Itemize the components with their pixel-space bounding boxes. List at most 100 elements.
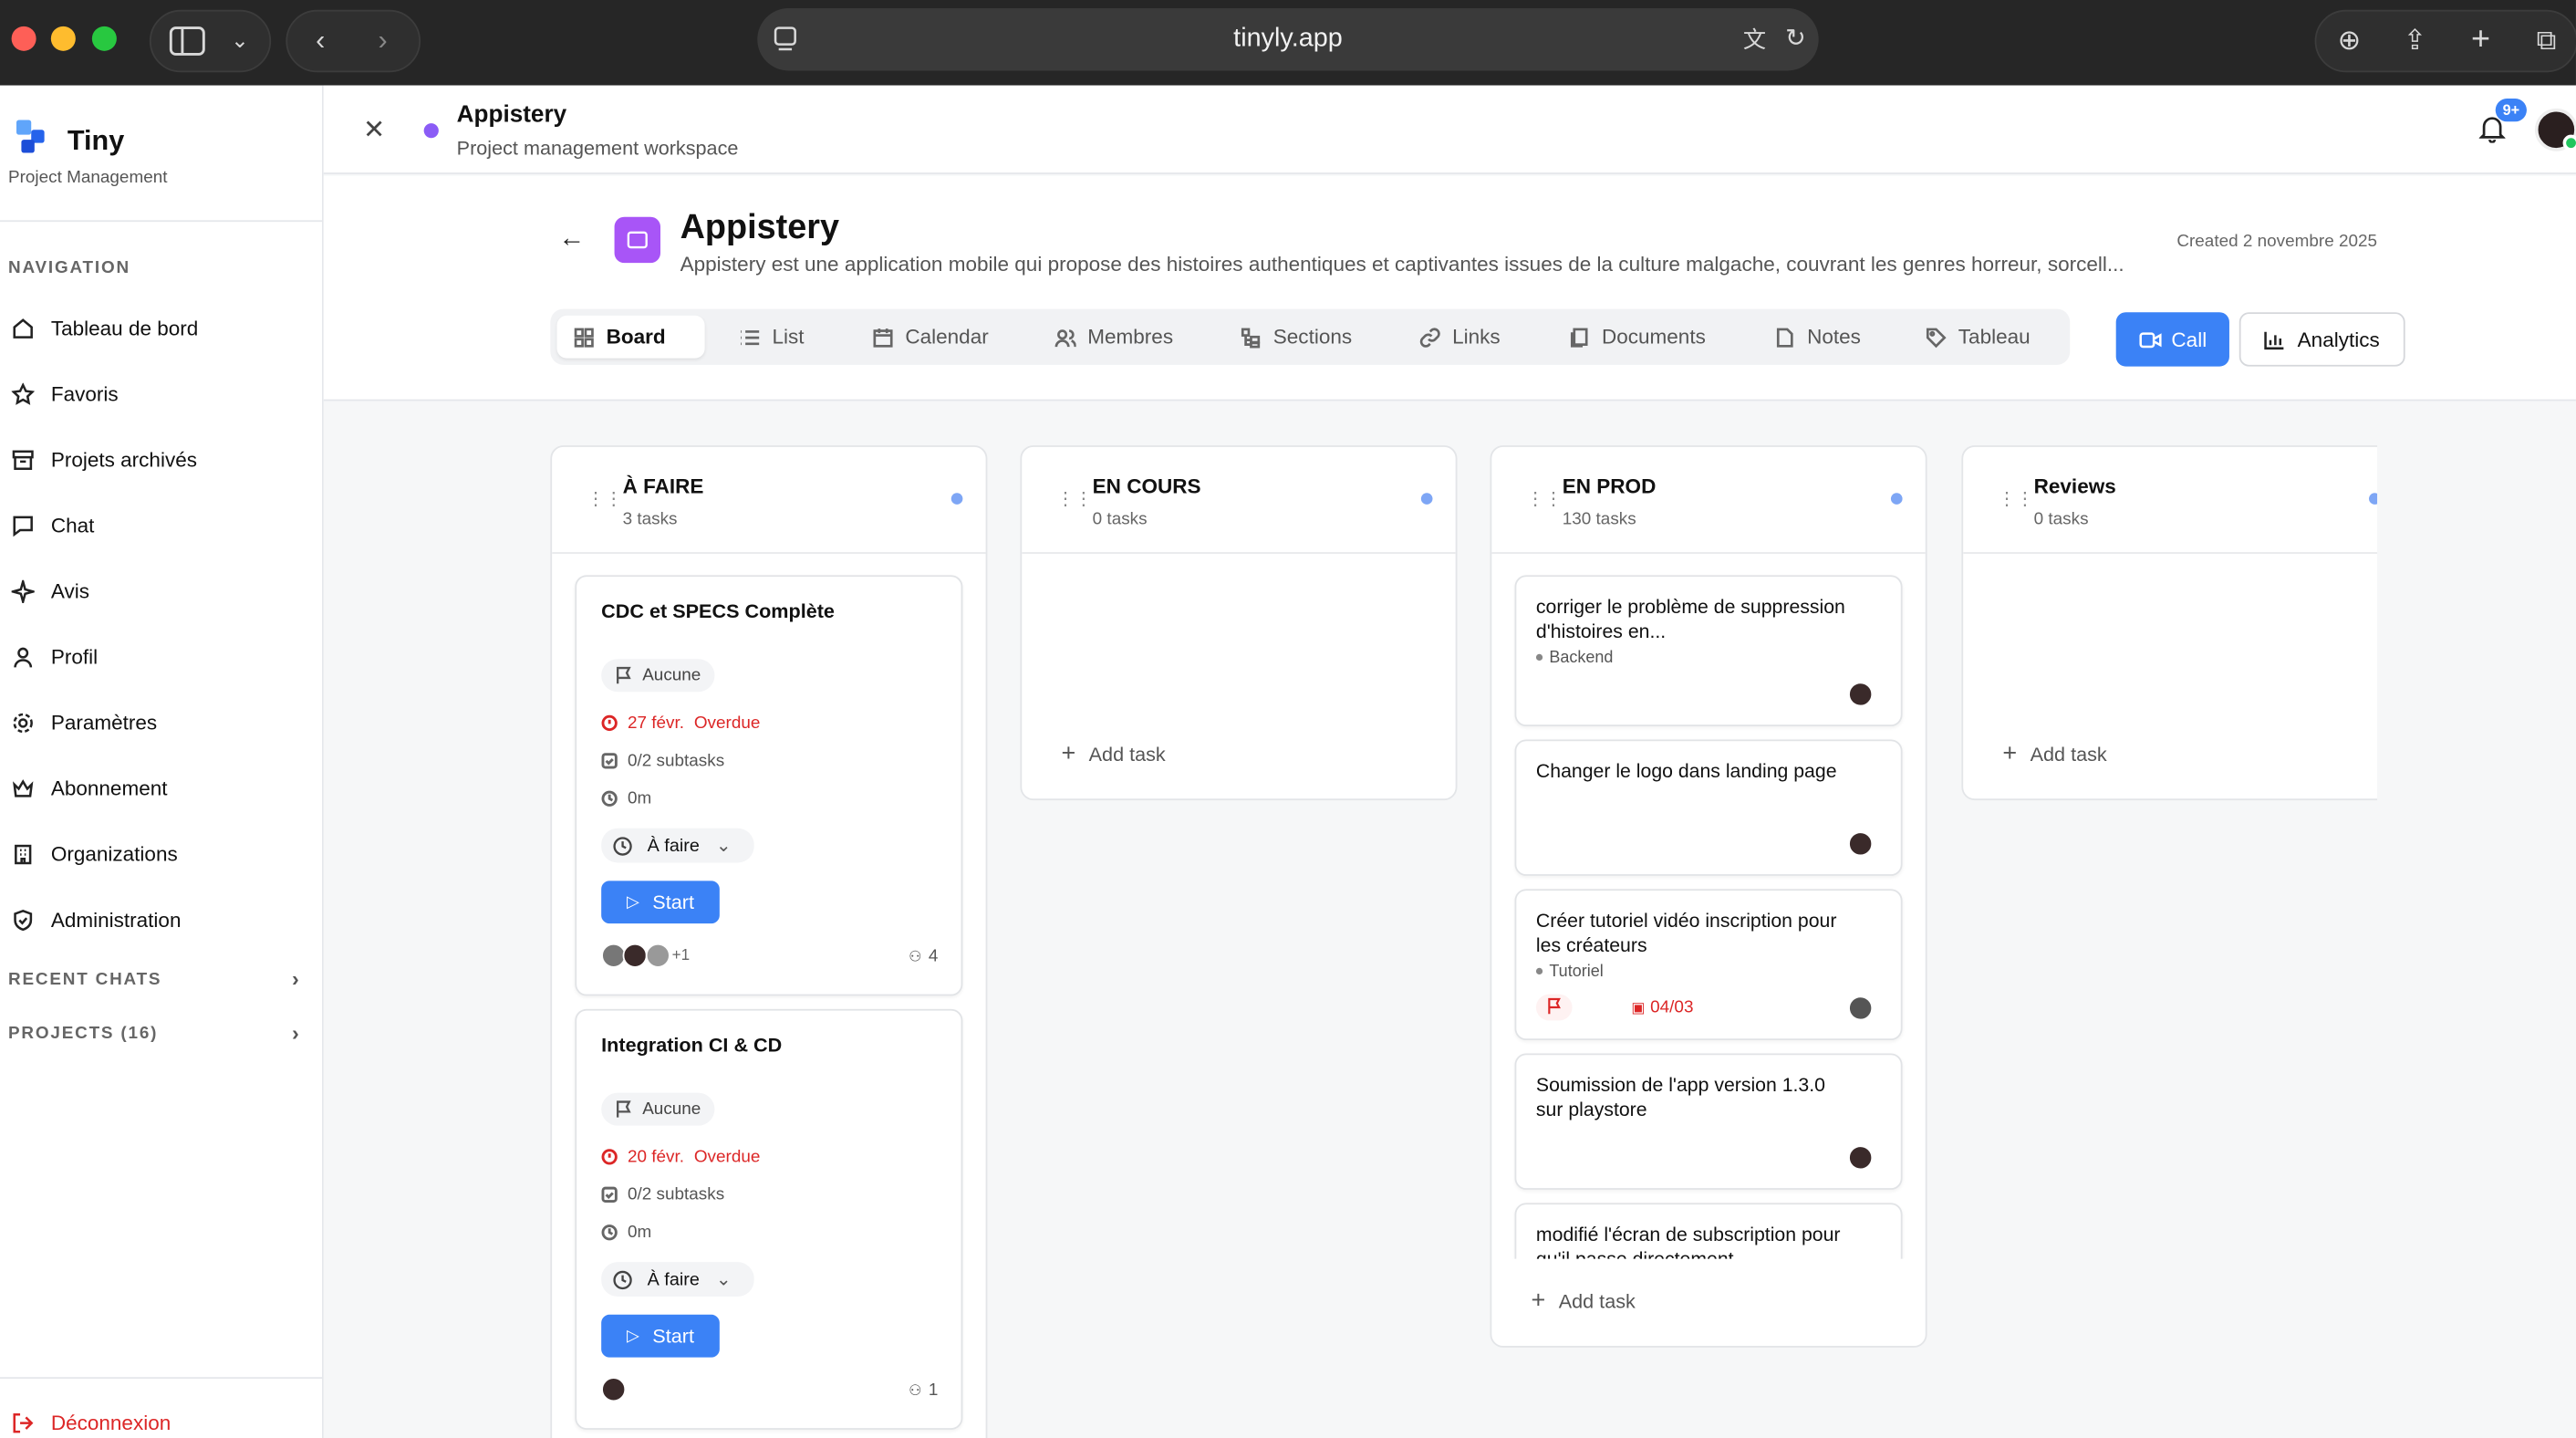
- forward-icon[interactable]: ›: [367, 25, 400, 57]
- subtasks-label: 0/2 subtasks: [627, 1184, 725, 1205]
- sidebar-item-profile[interactable]: Profil: [12, 641, 311, 673]
- alert-circle-icon: [601, 1149, 618, 1165]
- board-column-reviews: ⋮⋮ Reviews 0 tasks + Add task: [1961, 445, 2378, 801]
- sidebar-item-organizations[interactable]: Organizations: [12, 839, 311, 871]
- column-count: 0 tasks: [2033, 509, 2089, 529]
- priority-badge[interactable]: Aucune: [601, 659, 714, 693]
- logout-label: Déconnexion: [50, 1412, 171, 1435]
- online-status-icon: [2562, 134, 2576, 151]
- address-bar[interactable]: tinyly.app 文 ↻: [757, 8, 1819, 71]
- plus-icon: +: [1061, 739, 1076, 768]
- sidebar-item-dashboard[interactable]: Tableau de bord: [12, 312, 311, 345]
- add-task-button[interactable]: + Add task: [1061, 739, 1165, 767]
- task-card[interactable]: Créer tutoriel vidéo inscription pour le…: [1514, 889, 1903, 1041]
- assignee-count-value: 1: [928, 1380, 939, 1401]
- gear-icon: [13, 713, 33, 734]
- close-window-button[interactable]: [11, 26, 36, 51]
- sidebar-item-administration[interactable]: Administration: [12, 904, 311, 937]
- tabs-overview-icon[interactable]: ⧉: [2530, 25, 2563, 57]
- sidebar-icon: [169, 26, 205, 56]
- new-tab-icon[interactable]: +: [2465, 23, 2498, 56]
- task-card[interactable]: Integration CI & CD Aucune 20 févr. Overd…: [575, 1008, 963, 1430]
- assignee-avatar[interactable]: [645, 943, 670, 968]
- extra-assignees: +1: [671, 946, 691, 965]
- start-button[interactable]: ▷ Start: [601, 1314, 720, 1358]
- assignee-avatar[interactable]: [1848, 682, 1874, 707]
- column-header: ⋮⋮ EN COURS 0 tasks: [1022, 447, 1456, 554]
- sidebar-item-favorites[interactable]: Favoris: [11, 378, 311, 411]
- sidebar-item-label: Chat: [50, 514, 95, 537]
- person-icon: ⚇: [909, 948, 922, 965]
- sparkle-icon: [11, 579, 35, 603]
- archive-icon: [12, 450, 34, 470]
- sidebar-item-settings[interactable]: Paramètres: [12, 706, 311, 739]
- flag-icon: [617, 666, 631, 684]
- tag-label: Backend: [1549, 649, 1614, 668]
- priority-flag[interactable]: [1535, 994, 1573, 1021]
- assignee-avatar[interactable]: [601, 1377, 627, 1402]
- play-icon: ▷: [627, 1327, 639, 1346]
- sidebar-toggle-button[interactable]: ⌄: [149, 9, 272, 73]
- translate-icon[interactable]: 文: [1738, 23, 1771, 56]
- sidebar-item-label: Organizations: [50, 842, 178, 867]
- due-date: 20 févr. Overdue: [601, 1147, 760, 1167]
- sidebar-item-label: Favoris: [50, 382, 119, 406]
- share-icon[interactable]: ⇪: [2398, 25, 2431, 57]
- chat-icon: [13, 516, 33, 537]
- assignee-count: ⚇ 4: [909, 946, 938, 966]
- drag-handle-icon[interactable]: ⋮⋮: [1056, 490, 1093, 510]
- start-button[interactable]: ▷ Start: [601, 881, 720, 924]
- task-tag: Tutoriel: [1535, 963, 1604, 981]
- status-select[interactable]: À faire ⌄: [601, 828, 754, 863]
- add-task-button[interactable]: + Add task: [1532, 1287, 1636, 1315]
- sidebar-item-subscription[interactable]: Abonnement: [12, 772, 311, 805]
- sidebar-item-label: Tableau de bord: [50, 317, 199, 340]
- sidebar-item-reviews[interactable]: Avis: [11, 575, 311, 608]
- priority-badge[interactable]: Aucune: [601, 1092, 714, 1126]
- column-header: ⋮⋮ EN PROD 130 tasks: [1491, 447, 1926, 554]
- column-status-dot: [1890, 493, 1903, 505]
- add-task-button[interactable]: + Add task: [2002, 739, 2106, 767]
- assignee-avatar[interactable]: [622, 943, 648, 968]
- plus-icon: +: [2002, 739, 2018, 768]
- sidebar-item-archived[interactable]: Projets archivés: [12, 443, 311, 476]
- tag-dot: [1535, 654, 1543, 662]
- add-task-label: Add task: [1558, 1288, 1636, 1313]
- reload-icon[interactable]: ↻: [1779, 23, 1812, 56]
- task-card[interactable]: Soumission de l'app version 1.3.0 sur pl…: [1514, 1053, 1903, 1190]
- add-task-label: Add task: [2030, 742, 2107, 766]
- chevron-right-icon: ›: [291, 1020, 301, 1046]
- checkbox-icon: [601, 1186, 618, 1203]
- clock-icon: [613, 836, 632, 855]
- back-icon[interactable]: ‹: [304, 25, 337, 57]
- clock-icon: [601, 1224, 618, 1241]
- task-card[interactable]: corriger le problème de suppression d'hi…: [1514, 575, 1903, 727]
- projects-toggle[interactable]: PROJECTS (16) ›: [8, 1020, 301, 1045]
- assignee-count-value: 4: [928, 946, 939, 966]
- drag-handle-icon[interactable]: ⋮⋮: [1526, 490, 1563, 510]
- task-card[interactable]: modifié l'écran de subscription pour qu'…: [1514, 1203, 1903, 1259]
- recent-chats-toggle[interactable]: RECENT CHATS ›: [8, 966, 301, 991]
- task-card[interactable]: CDC et SPECS Complète Aucune 27 févr. Ove…: [575, 575, 963, 996]
- download-icon[interactable]: ⊕: [2332, 25, 2365, 57]
- due-date-value: 20 févr.: [627, 1147, 685, 1167]
- assignee-avatar[interactable]: [1848, 995, 1874, 1021]
- user-avatar[interactable]: [2534, 108, 2576, 151]
- calendar-icon: ▣: [1631, 999, 1646, 1016]
- zoom-window-button[interactable]: [91, 26, 117, 51]
- drag-handle-icon[interactable]: ⋮⋮: [587, 490, 623, 510]
- logo-icon: [16, 120, 45, 153]
- task-card[interactable]: Changer le logo dans landing page: [1514, 739, 1903, 876]
- assignee-avatar[interactable]: [1848, 1145, 1874, 1171]
- assignee-avatar[interactable]: [1848, 831, 1874, 857]
- drag-handle-icon[interactable]: ⋮⋮: [1998, 490, 2034, 510]
- sidebar-item-chat[interactable]: Chat: [12, 509, 311, 542]
- star-icon: [11, 382, 35, 405]
- minimize-window-button[interactable]: [50, 26, 76, 51]
- play-icon: ▷: [627, 892, 639, 912]
- board-column-todo: ⋮⋮ À FAIRE 3 tasks CDC et SPECS Complète…: [550, 445, 988, 1438]
- status-select[interactable]: À faire ⌄: [601, 1262, 754, 1297]
- subtasks-count: 0/2 subtasks: [601, 751, 724, 771]
- assignee-count: ⚇ 1: [909, 1381, 938, 1401]
- logout-button[interactable]: Déconnexion: [12, 1407, 311, 1438]
